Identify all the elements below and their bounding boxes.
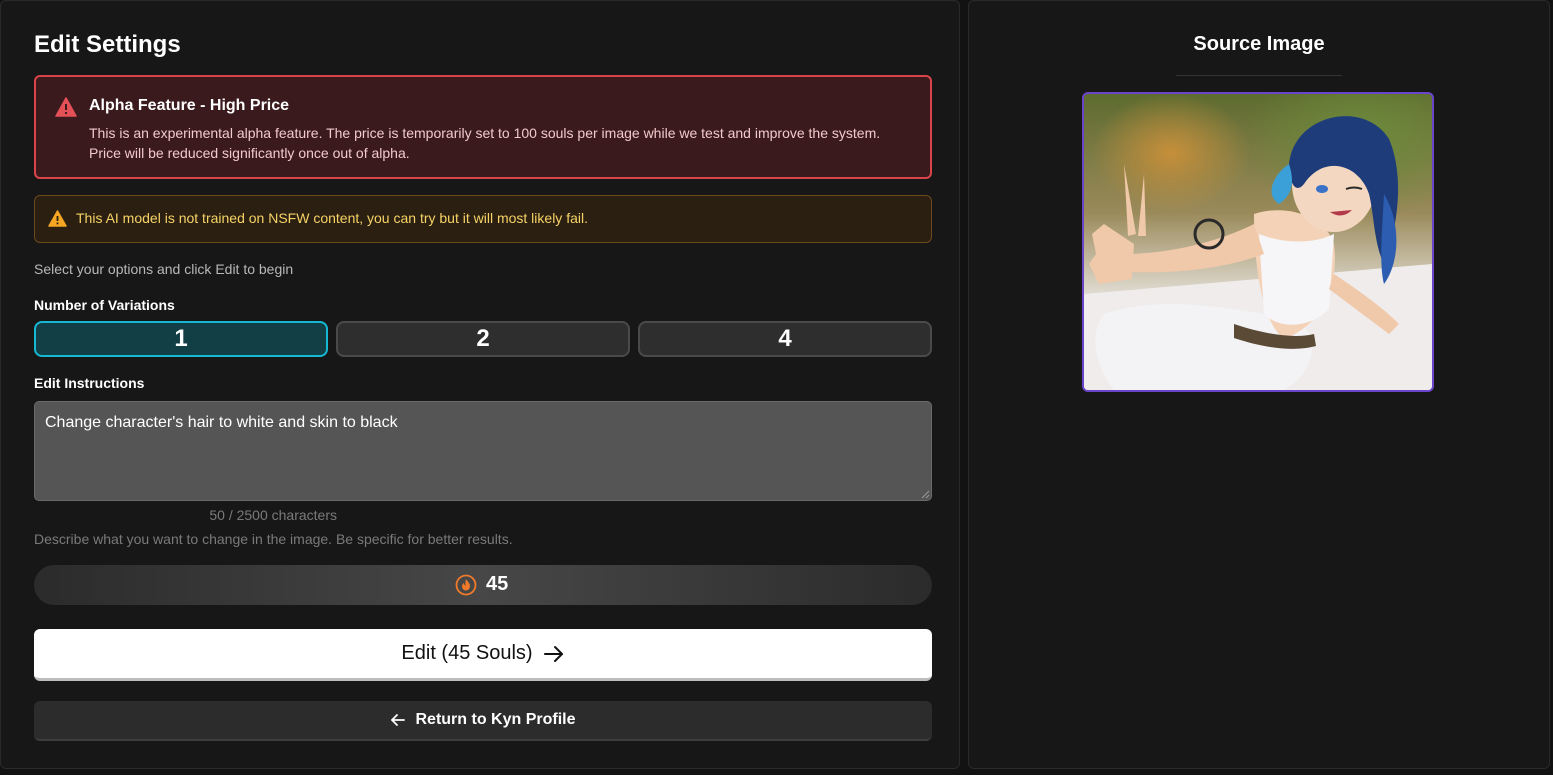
return-button-label: Return to Kyn Profile [415,711,576,728]
source-image-title: Source Image [1193,33,1325,55]
flame-icon [455,574,477,595]
resize-grip-icon[interactable] [921,490,930,499]
arrow-left-icon [391,714,406,726]
intro-text: Select your options and click Edit to be… [34,261,294,277]
alpha-price-alert: Alpha Feature - High Price This is an ex… [34,75,932,179]
edit-submit-button[interactable]: Edit (45 Souls) [34,629,932,681]
nsfw-warning-alert: This AI model is not trained on NSFW con… [34,195,932,243]
warning-triangle-icon [48,210,67,227]
nsfw-warning-text: This AI model is not trained on NSFW con… [76,210,588,226]
alert-body: This is an experimental alpha feature. T… [89,125,881,161]
source-image [1082,92,1434,392]
instructions-label: Edit Instructions [34,375,145,391]
edit-instructions-textarea[interactable]: Change character's hair to white and ski… [34,401,932,501]
edit-settings-panel: Edit Settings Alpha Feature - High Price… [0,0,960,769]
cost-display: 45 [34,565,932,605]
source-image-panel: Source Image [968,0,1550,769]
arrow-right-icon [543,645,563,662]
cost-value: 45 [486,573,509,595]
character-count: 50 / 2500 characters [209,507,337,523]
divider [1176,75,1342,76]
warning-triangle-icon [55,97,77,117]
edit-button-label: Edit (45 Souls) [401,642,533,664]
alert-title: Alpha Feature - High Price [89,97,290,114]
return-to-profile-button[interactable]: Return to Kyn Profile [34,701,932,741]
variations-label: Number of Variations [34,297,175,313]
variation-option-2[interactable]: 2 [336,321,630,357]
page-title: Edit Settings [34,31,181,58]
source-image-illustration [1084,116,1432,390]
variation-option-1[interactable]: 1 [34,321,328,357]
variation-option-4[interactable]: 4 [638,321,932,357]
instructions-hint: Describe what you want to change in the … [34,531,513,547]
